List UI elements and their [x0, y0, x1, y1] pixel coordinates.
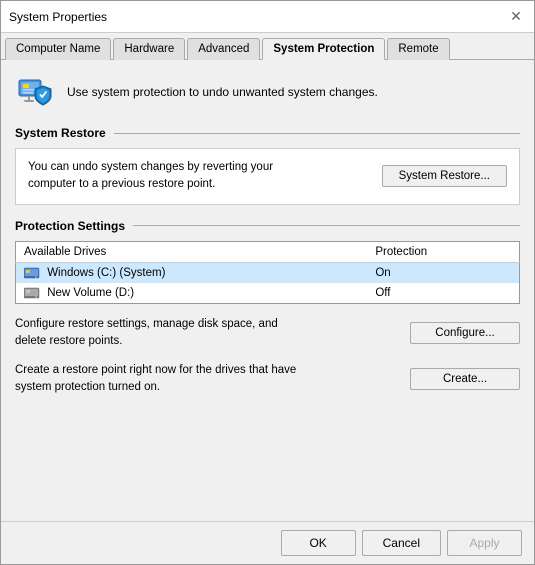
create-description: Create a restore point right now for the… — [15, 362, 305, 397]
section-divider — [114, 133, 520, 134]
system-restore-section: You can undo system changes by reverting… — [15, 148, 520, 205]
system-restore-title: System Restore — [15, 126, 106, 140]
protection-settings-header: Protection Settings — [15, 219, 520, 233]
col-drives: Available Drives — [16, 241, 368, 262]
table-row[interactable]: New Volume (D:) Off — [16, 283, 520, 304]
create-row: Create a restore point right now for the… — [15, 362, 520, 397]
protection-divider — [133, 225, 520, 226]
tab-computer-name[interactable]: Computer Name — [5, 38, 111, 60]
configure-row: Configure restore settings, manage disk … — [15, 316, 520, 351]
apply-button[interactable]: Apply — [447, 530, 522, 556]
footer: OK Cancel Apply — [1, 521, 534, 564]
system-restore-header: System Restore — [15, 126, 520, 140]
info-description: Use system protection to undo unwanted s… — [67, 85, 378, 99]
tabs-container: Computer Name Hardware Advanced System P… — [1, 33, 534, 60]
window-title: System Properties — [9, 10, 107, 24]
drives-table: Available Drives Protection — [15, 241, 520, 304]
main-content: Use system protection to undo unwanted s… — [1, 60, 534, 521]
system-properties-window: System Properties ✕ Computer Name Hardwa… — [0, 0, 535, 565]
protection-settings-title: Protection Settings — [15, 219, 125, 233]
drive-name-1: Windows (C:) (System) — [16, 262, 368, 283]
close-button[interactable]: ✕ — [506, 7, 526, 27]
protection-settings: Protection Settings Available Drives Pro… — [15, 219, 520, 304]
info-row: Use system protection to undo unwanted s… — [15, 72, 520, 112]
system-restore-button[interactable]: System Restore... — [382, 165, 507, 187]
shield-icon — [15, 72, 55, 112]
ok-button[interactable]: OK — [281, 530, 356, 556]
drive-protection-1: On — [367, 262, 519, 283]
table-row[interactable]: Windows (C:) (System) On — [16, 262, 520, 283]
tab-system-protection[interactable]: System Protection — [262, 38, 385, 60]
configure-description: Configure restore settings, manage disk … — [15, 316, 305, 351]
tab-hardware[interactable]: Hardware — [113, 38, 185, 60]
configure-button[interactable]: Configure... — [410, 322, 520, 344]
tab-remote[interactable]: Remote — [387, 38, 449, 60]
system-restore-description: You can undo system changes by reverting… — [28, 159, 288, 194]
title-bar: System Properties ✕ — [1, 1, 534, 33]
create-button[interactable]: Create... — [410, 368, 520, 390]
tab-advanced[interactable]: Advanced — [187, 38, 260, 60]
drive-name-2: New Volume (D:) — [16, 283, 368, 304]
drive-protection-2: Off — [367, 283, 519, 304]
cancel-button[interactable]: Cancel — [362, 530, 441, 556]
col-protection: Protection — [367, 241, 519, 262]
